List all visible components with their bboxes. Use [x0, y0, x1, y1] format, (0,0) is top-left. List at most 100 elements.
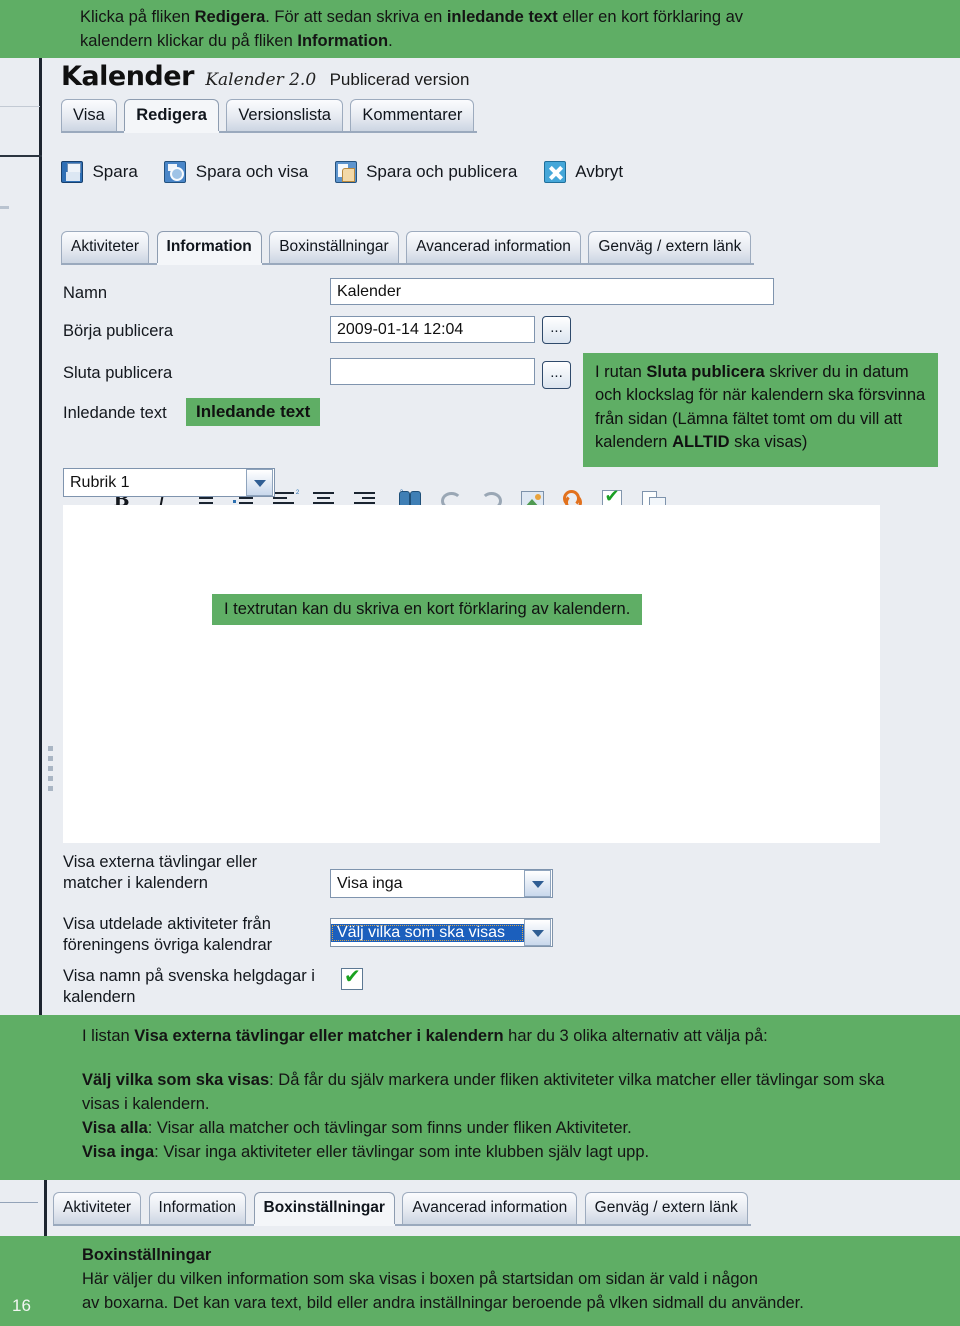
shared-activities-label: Visa utdelade aktiviteter från föreninge… [63, 914, 272, 956]
cancel-x-icon [543, 161, 566, 183]
annotation-heading: Boxinställningar [82, 1246, 212, 1264]
page-title-name: Kalender [61, 61, 194, 92]
divider [0, 1202, 38, 1203]
bottom-tab-screenshot: Aktiviteter Information Boxinställningar… [0, 1180, 960, 1236]
subtab-boxinstallningar[interactable]: Boxinställningar [269, 231, 399, 263]
label-line: föreningens övriga kalendrar [63, 936, 273, 954]
save-and-publish-button[interactable]: Spara och publicera [334, 161, 518, 183]
annotation-emphasis: Visa inga [82, 1142, 155, 1161]
annotation-emphasis: Visa alla [82, 1118, 148, 1137]
shared-activities-value: Välj vilka som ska visas [331, 923, 524, 942]
annotation-emphasis: Välj vilka som ska visas [82, 1070, 270, 1089]
page-title: Kalender Kalender 2.0 Publicerad version [61, 61, 469, 92]
annotation-fragment: . [388, 31, 393, 50]
tab-redigera[interactable]: Redigera [124, 99, 219, 131]
save-button[interactable]: Spara [61, 161, 138, 183]
save-and-view-button[interactable]: Spara och visa [164, 161, 308, 183]
splitter-grip-handle[interactable] [47, 746, 55, 796]
divider [0, 106, 40, 107]
content-canvas: Kalender Kalender 2.0 Publicerad version… [45, 58, 960, 1015]
paragraph-style-value: Rubrik 1 [70, 473, 130, 491]
subtab-information[interactable]: Information [156, 231, 262, 263]
external-competitions-value: Visa inga [337, 874, 403, 892]
annotation-fragment: I listan [82, 1027, 135, 1045]
external-competitions-label: Visa externa tävlingar eller matcher i k… [63, 852, 257, 894]
label-line: Visa utdelade aktiviteter från [63, 915, 271, 933]
save-and-view-button-label: Spara och visa [195, 162, 309, 181]
top-annotation-text: Klicka på fliken Redigera. För att sedan… [0, 0, 960, 54]
annotation-line: av boxarna. Det kan vara text, bild elle… [82, 1293, 804, 1312]
page-number: 16 [12, 1296, 31, 1315]
bottomtab-boxinstallningar[interactable]: Boxinställningar [253, 1192, 395, 1224]
callout-inledande-text: Inledande text [186, 398, 321, 426]
shared-activities-select[interactable]: Välj vilka som ska visas [330, 918, 553, 947]
annotation-fragment: : Visar alla matcher och tävlingar som f… [147, 1118, 632, 1137]
page-title-version: Kalender 2.0 [205, 70, 317, 90]
annotation-emphasis: Visa externa tävlingar eller matcher i k… [134, 1027, 504, 1045]
borja-publicera-input[interactable]: 2009-01-14 12:04 [330, 316, 535, 343]
cancel-button[interactable]: Avbryt [543, 161, 624, 183]
borja-publicera-label: Börja publicera [63, 322, 174, 340]
bottomtab-aktiviteter[interactable]: Aktiviteter [53, 1192, 142, 1224]
namn-label: Namn [63, 284, 108, 302]
external-competitions-select[interactable]: Visa inga [330, 869, 553, 898]
swedish-holidays-checkbox[interactable] [341, 964, 363, 990]
sluta-publicera-picker-button[interactable]: ... [542, 361, 571, 389]
floppy-publish-icon [334, 161, 357, 183]
label-line: Visa namn på svenska helgdagar i [63, 967, 315, 985]
annotation-emphasis: ALLTID [672, 433, 730, 452]
annotation-fragment: ska visas) [729, 433, 808, 452]
chevron-down-icon[interactable] [524, 919, 551, 946]
annotation-fragment: eller en kort förklaring av [557, 8, 744, 26]
subtab-aktiviteter[interactable]: Aktiviteter [61, 231, 150, 263]
borja-publicera-picker-button[interactable]: ... [542, 316, 571, 344]
top-annotation-band: Klicka på fliken Redigera. För att sedan… [0, 0, 960, 58]
page-title-state: Publicerad version [329, 70, 470, 89]
annotation-line: Här väljer du vilken information som ska… [82, 1269, 758, 1288]
annotation-fragment: . För att sedan skriva en [265, 8, 447, 26]
floppy-disk-icon [61, 161, 83, 183]
divider [44, 1180, 47, 1236]
annotation-emphasis: Sluta publicera [646, 363, 765, 381]
inledande-text-label: Inledande text [63, 404, 167, 422]
annotation-fragment: Klicka på fliken [80, 8, 195, 26]
main-tab-strip: Visa Redigera Versionslista Kommentarer [61, 99, 478, 133]
label-line: matcher i kalendern [63, 874, 208, 892]
annotation-fragment: har du 3 olika alternativ att välja på: [503, 1027, 768, 1045]
command-toolbar: Spara Spara och visa Spara och publicera… [61, 161, 645, 183]
tab-kommentarer[interactable]: Kommentarer [350, 99, 475, 131]
tab-versionslista[interactable]: Versionslista [226, 99, 343, 131]
bottomtab-avancerad-information[interactable]: Avancerad information [402, 1192, 578, 1224]
bottomtab-genvag-extern-lank[interactable]: Genväg / extern länk [584, 1192, 748, 1224]
label-line: kalendern [63, 988, 136, 1006]
chevron-down-icon[interactable] [246, 469, 273, 496]
swedish-holidays-label: Visa namn på svenska helgdagar i kalende… [63, 966, 315, 1008]
save-and-publish-button-label: Spara och publicera [366, 162, 518, 181]
sluta-publicera-label: Sluta publicera [63, 364, 173, 382]
paragraph-style-select[interactable]: Rubrik 1 [63, 468, 275, 497]
sluta-publicera-input[interactable] [330, 358, 535, 385]
application-screenshot: Kalender Kalender 2.0 Publicerad version… [0, 58, 960, 1015]
subtab-genvag-extern-lank[interactable]: Genväg / extern länk [588, 231, 752, 263]
annotation-fragment: kalendern klickar du på fliken [80, 31, 298, 50]
cancel-button-label: Avbryt [575, 162, 624, 181]
floppy-preview-icon [164, 161, 187, 183]
chevron-down-icon[interactable] [524, 870, 551, 897]
tab-visa[interactable]: Visa [61, 99, 117, 131]
bottom-tab-strip: Aktiviteter Information Boxinställningar… [53, 1192, 751, 1226]
tab-rail [53, 1224, 751, 1226]
divider [0, 206, 9, 209]
subtab-avancerad-information[interactable]: Avancerad information [406, 231, 581, 263]
annotation-fragment: I rutan [595, 363, 647, 381]
callout-textrutan: I textrutan kan du skriva en kort förkla… [212, 594, 643, 625]
annotation-emphasis: Information [297, 31, 389, 50]
rich-text-editing-area[interactable] [63, 505, 880, 843]
divider [0, 155, 42, 157]
tab-rail [61, 263, 755, 265]
bottom-annotation-band: Boxinställningar Här väljer du vilken in… [0, 1236, 960, 1326]
namn-input[interactable]: Kalender [330, 278, 774, 305]
left-nav-remnant [0, 58, 42, 1015]
callout-sluta-publicera: I rutan Sluta publicera skriver du in da… [583, 353, 938, 467]
bottomtab-information[interactable]: Information [148, 1192, 247, 1224]
middle-annotation-band: I listan Visa externa tävlingar eller ma… [0, 1015, 960, 1180]
